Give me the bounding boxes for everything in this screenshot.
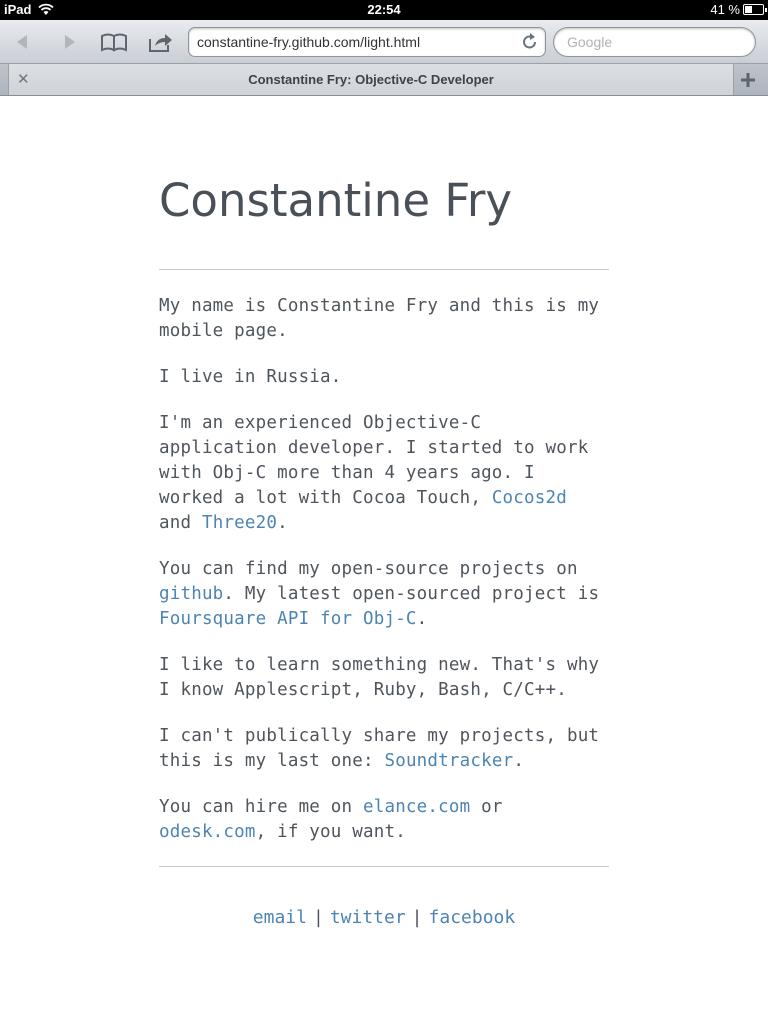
search-field[interactable]: Google: [553, 27, 756, 57]
share-icon[interactable]: [145, 28, 175, 56]
text: .: [277, 513, 288, 533]
text: . My latest open-sourced project is: [223, 584, 600, 604]
link-facebook[interactable]: facebook: [429, 907, 516, 928]
tab-title: Constantine Fry: Objective-C Developer: [248, 72, 494, 87]
clock: 22:54: [367, 2, 401, 17]
divider: [159, 269, 609, 270]
battery-percent: 41 %: [710, 2, 740, 17]
reload-icon[interactable]: [521, 28, 539, 64]
link-soundtracker[interactable]: Soundtracker: [384, 751, 513, 771]
status-bar: iPad 22:54 41 %: [0, 0, 768, 20]
battery-icon: [743, 4, 767, 15]
link-cocos2d[interactable]: Cocos2d: [492, 488, 567, 508]
paragraph-location: I live in Russia.: [159, 367, 342, 387]
link-twitter[interactable]: twitter: [330, 907, 406, 928]
page-content: Constantine Fry My name is Constantine F…: [159, 96, 609, 928]
plus-icon: [741, 73, 755, 87]
book-icon[interactable]: [99, 28, 129, 56]
tab-bar: ✕ Constantine Fry: Objective-C Developer: [0, 64, 768, 96]
divider: [159, 866, 609, 867]
url-text: constantine-fry.github.com/light.html: [197, 34, 421, 50]
address-bar[interactable]: constantine-fry.github.com/light.html: [188, 27, 546, 57]
footer-links: email | twitter | facebook: [159, 907, 609, 928]
link-foursquare-api[interactable]: Foursquare API for Obj-C: [159, 609, 417, 629]
paragraph-hire: You can hire me on elance.com or odesk.c…: [159, 795, 609, 845]
text: , if you want.: [255, 822, 406, 842]
paragraph-skills: I like to learn something new. That's wh…: [159, 655, 600, 700]
forward-arrow-icon[interactable]: [54, 28, 84, 56]
link-github[interactable]: github: [159, 584, 223, 604]
back-arrow-icon[interactable]: [8, 28, 38, 56]
text: I can't publically share my projects, bu…: [159, 726, 600, 771]
text: or: [470, 797, 503, 817]
search-placeholder: Google: [567, 34, 613, 50]
link-email[interactable]: email: [253, 907, 307, 928]
link-odesk[interactable]: odesk.com: [159, 822, 256, 842]
text: .: [416, 609, 428, 629]
text: You can hire me on: [159, 797, 363, 817]
active-tab[interactable]: ✕ Constantine Fry: Objective-C Developer: [8, 64, 734, 95]
browser-toolbar: constantine-fry.github.com/light.html Go…: [0, 20, 768, 64]
paragraph-opensource: You can find my open-source projects on …: [159, 557, 609, 632]
separator: |: [411, 907, 423, 928]
paragraph-experience: I'm an experienced Objective-C applicati…: [159, 411, 609, 536]
paragraph-intro: My name is Constantine Fry and this is m…: [159, 296, 600, 341]
text: .: [513, 751, 525, 771]
new-tab-button[interactable]: [734, 66, 762, 94]
paragraph-projects: I can't publically share my projects, bu…: [159, 724, 609, 774]
link-elance[interactable]: elance.com: [363, 797, 470, 817]
text: You can find my open-source projects on: [159, 559, 578, 579]
page-title: Constantine Fry: [159, 174, 513, 227]
link-three20[interactable]: Three20: [202, 513, 277, 533]
separator: |: [312, 907, 324, 928]
text: and: [159, 513, 202, 533]
